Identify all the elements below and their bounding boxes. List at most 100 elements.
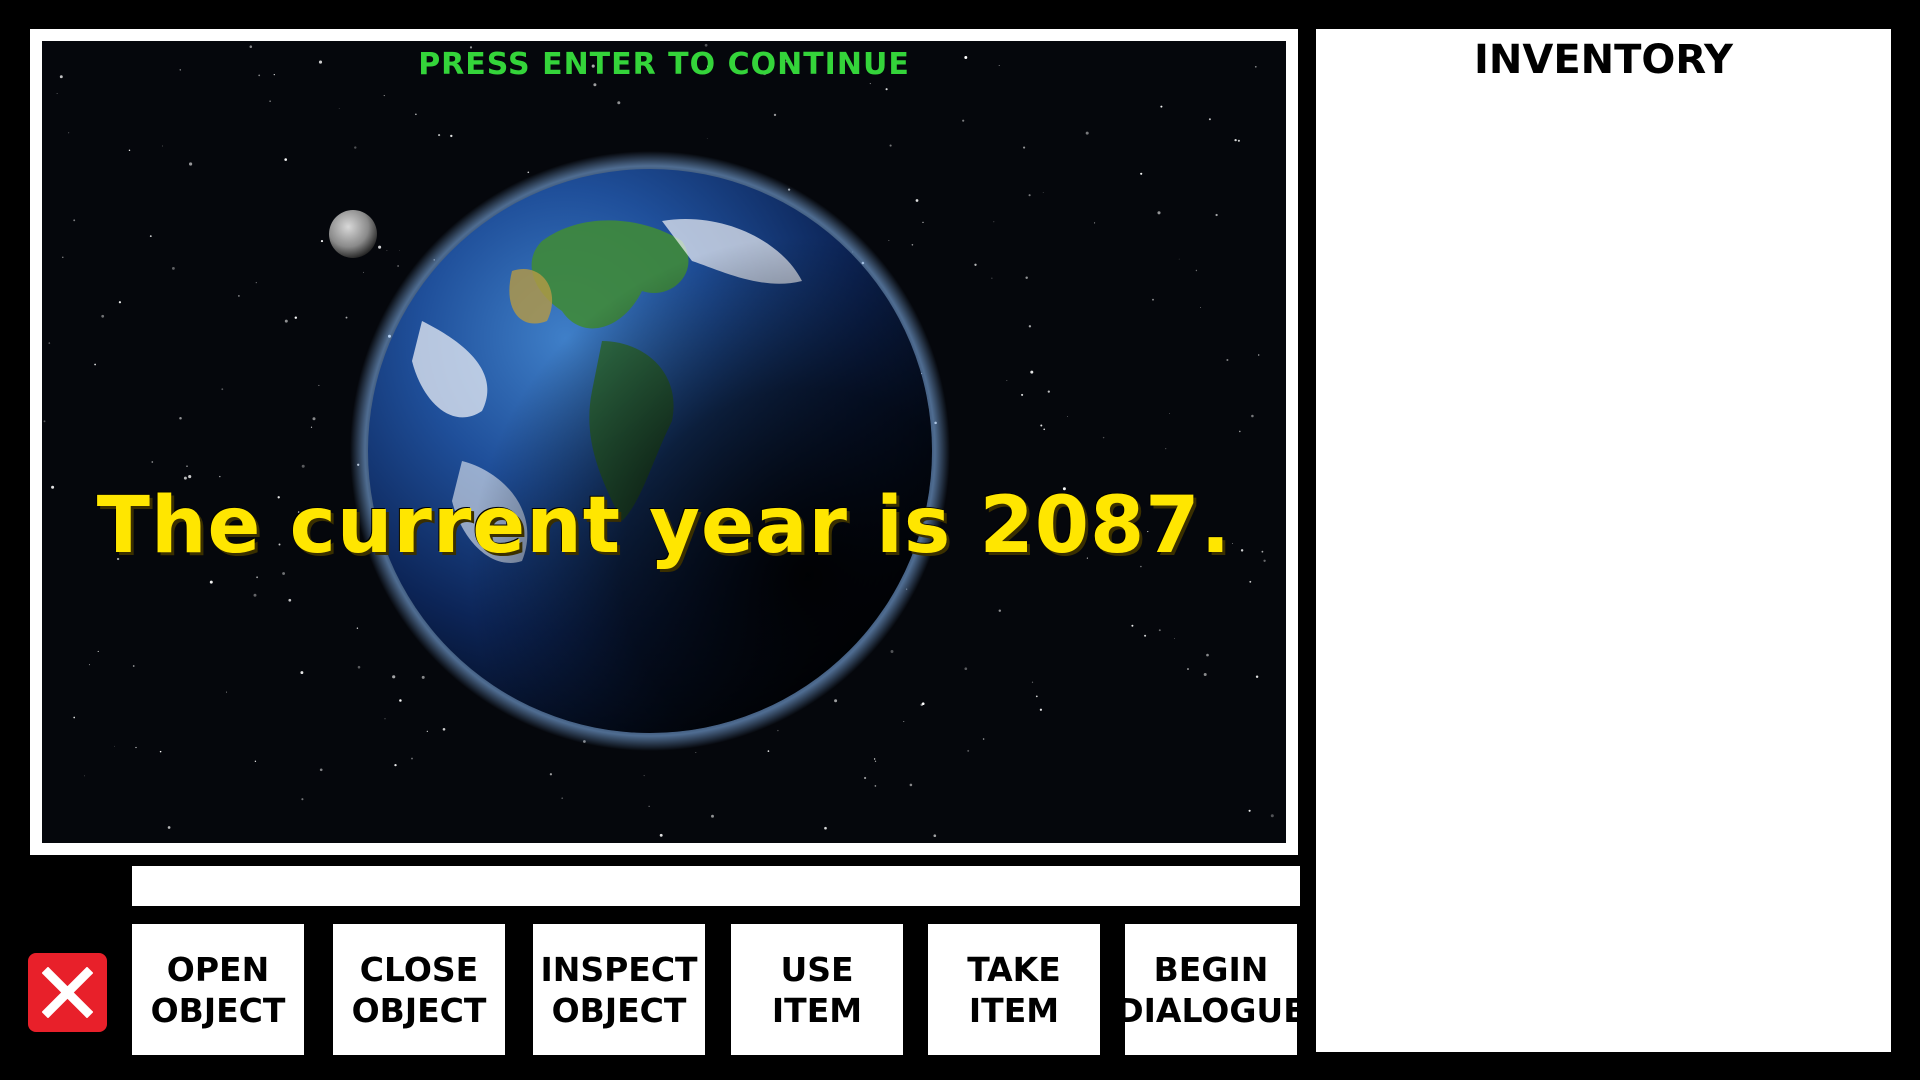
star — [1215, 213, 1218, 217]
star — [238, 295, 240, 297]
command-input[interactable] — [132, 866, 1300, 906]
star — [221, 388, 224, 391]
star — [1248, 809, 1251, 812]
close-icon — [42, 967, 93, 1018]
star — [1023, 146, 1026, 149]
star — [384, 718, 386, 720]
star — [915, 199, 919, 202]
earth-scene-image — [42, 41, 1286, 843]
scene-viewport[interactable]: PRESS ENTER TO CONTINUE The current year… — [42, 41, 1286, 843]
star — [319, 768, 323, 772]
star — [288, 598, 292, 602]
star — [922, 221, 924, 224]
star — [982, 738, 985, 740]
star — [320, 240, 324, 243]
star — [974, 263, 977, 266]
star — [1234, 138, 1237, 142]
star — [356, 627, 359, 629]
star — [527, 171, 530, 174]
star — [301, 798, 304, 801]
button-label-line1: BEGIN — [1153, 949, 1269, 989]
star — [1203, 673, 1207, 676]
star — [561, 797, 564, 800]
button-label-line2: ITEM — [968, 990, 1060, 1030]
star — [885, 88, 888, 91]
star — [415, 113, 417, 116]
star — [711, 814, 714, 818]
close-object-button[interactable]: CLOSE OBJECT — [333, 924, 505, 1055]
inspect-object-button[interactable]: INSPECT OBJECT — [533, 924, 705, 1055]
star — [394, 763, 397, 767]
star — [933, 834, 937, 838]
star — [643, 775, 645, 777]
star — [1270, 814, 1274, 818]
take-item-button[interactable]: TAKE ITEM — [928, 924, 1100, 1055]
star — [888, 240, 890, 241]
star — [149, 235, 152, 237]
star — [1178, 258, 1180, 260]
star — [1067, 416, 1069, 417]
star — [159, 750, 162, 753]
star — [94, 363, 96, 366]
star — [1031, 681, 1034, 683]
star — [648, 805, 650, 807]
star — [135, 746, 137, 749]
star — [284, 319, 288, 323]
narration-text: The current year is 2087. — [96, 481, 1232, 571]
star — [97, 650, 99, 652]
star — [964, 667, 968, 671]
star — [1144, 634, 1147, 637]
star — [593, 83, 597, 87]
star — [282, 572, 286, 575]
star — [338, 108, 340, 109]
star — [1047, 390, 1050, 393]
star — [253, 593, 257, 597]
star — [421, 675, 425, 679]
star — [294, 316, 298, 319]
star — [869, 83, 871, 85]
star — [1131, 624, 1134, 627]
inventory-panel: INVENTORY — [1316, 29, 1891, 1052]
star — [183, 476, 187, 480]
star — [392, 675, 396, 679]
star — [226, 691, 228, 693]
star — [1025, 276, 1028, 279]
star — [1042, 192, 1044, 193]
star — [1035, 695, 1038, 698]
star — [1102, 436, 1105, 439]
star — [172, 267, 175, 270]
star — [151, 461, 154, 463]
star — [256, 576, 259, 579]
star — [399, 249, 400, 251]
star — [864, 776, 867, 780]
star — [1021, 393, 1024, 396]
star — [84, 775, 85, 777]
star — [219, 475, 221, 478]
star — [1158, 629, 1161, 632]
scene-frame: PRESS ENTER TO CONTINUE The current year… — [30, 29, 1298, 855]
star — [354, 146, 357, 149]
star — [62, 256, 64, 259]
open-object-button[interactable]: OPEN OBJECT — [132, 924, 304, 1055]
star — [1258, 354, 1260, 356]
use-item-button[interactable]: USE ITEM — [731, 924, 903, 1055]
star — [450, 134, 453, 138]
star — [162, 145, 163, 147]
button-label-line1: INSPECT — [540, 949, 698, 989]
inventory-title: INVENTORY — [1474, 37, 1733, 83]
star — [824, 826, 827, 830]
quit-button[interactable] — [28, 953, 107, 1032]
star — [1174, 638, 1175, 639]
star — [363, 271, 365, 273]
star — [903, 721, 905, 722]
star — [1140, 172, 1143, 175]
star — [189, 162, 193, 166]
inventory-list[interactable] — [1336, 109, 1871, 1032]
star — [442, 727, 446, 731]
star — [56, 93, 58, 94]
begin-dialogue-button[interactable]: BEGIN DIALOGUE — [1116, 924, 1306, 1055]
star — [383, 95, 385, 97]
star — [873, 758, 876, 760]
star — [1152, 298, 1154, 301]
star — [767, 750, 770, 752]
